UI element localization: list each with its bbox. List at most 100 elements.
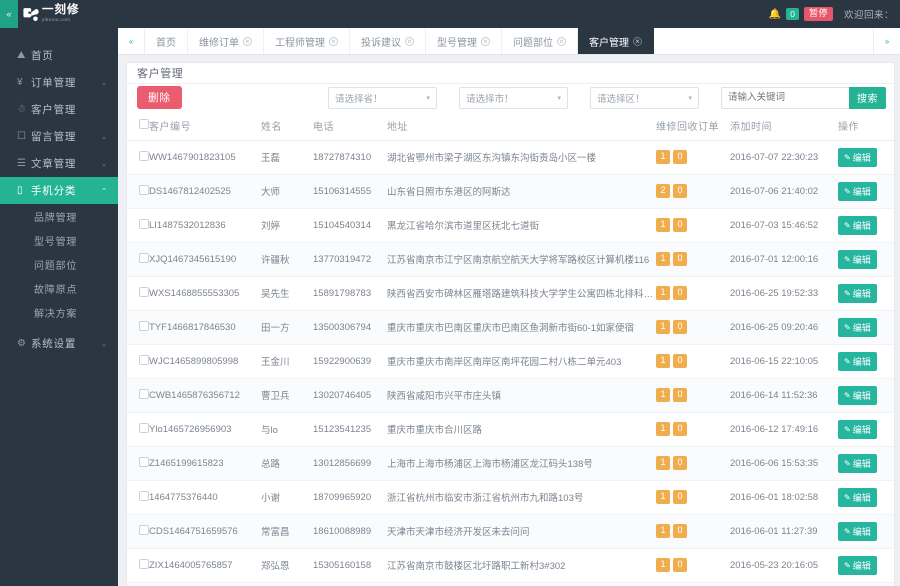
edit-button[interactable]: ✎ 编辑 xyxy=(838,181,877,201)
edit-button[interactable]: ✎ 编辑 xyxy=(838,555,877,575)
edit-button[interactable]: ✎ 编辑 xyxy=(838,351,877,371)
row-checkbox[interactable] xyxy=(139,320,149,331)
edit-button[interactable]: ✎ 编辑 xyxy=(838,453,877,473)
table-row[interactable]: WW1467901823105 王磊 18727874310 湖北省鄂州市梁子湖区东沟… xyxy=(127,140,894,175)
search-input[interactable] xyxy=(721,86,849,109)
sidebar-item-articles[interactable]: ☰ 文章管理 ⌄ xyxy=(0,150,118,177)
table-row[interactable]: LI1487532012836 刘婷 15104540314 黑龙江省哈尔滨市道里区抚… xyxy=(127,208,894,243)
sidebar-item-customers[interactable]: ☃ 客户管理 xyxy=(0,96,118,123)
recycle-count-badge[interactable]: 0 xyxy=(673,388,687,402)
sidebar-item-phone-category[interactable]: ▯ 手机分类 ⌃ xyxy=(0,177,118,204)
bell-icon[interactable]: 🔔 xyxy=(769,9,781,20)
recycle-count-badge[interactable]: 0 xyxy=(673,252,687,266)
close-icon[interactable]: × xyxy=(405,36,414,46)
recycle-count-badge[interactable]: 0 xyxy=(673,320,687,334)
sidebar-item-settings[interactable]: ⚙ 系统设置 ⌄ xyxy=(0,330,118,357)
tab-problem-part[interactable]: 问题部位 × xyxy=(502,28,578,54)
tab-model-management[interactable]: 型号管理 × xyxy=(426,28,502,54)
repair-count-badge[interactable]: 1 xyxy=(656,286,670,300)
search-button[interactable]: 搜索 xyxy=(849,86,886,109)
delete-button[interactable]: 删除 xyxy=(137,86,182,110)
sidebar-subitem-brand[interactable]: 品牌管理 xyxy=(0,204,118,228)
sidebar-item-messages[interactable]: ☐ 留言管理 ⌄ xyxy=(0,123,118,150)
repair-count-badge[interactable]: 1 xyxy=(656,490,670,504)
repair-count-badge[interactable]: 1 xyxy=(656,558,670,572)
row-checkbox[interactable] xyxy=(139,252,149,263)
brand-logo[interactable]: 一刻修 yikexiu.com xyxy=(22,5,80,22)
recycle-count-badge[interactable]: 0 xyxy=(673,286,687,300)
table-row[interactable]: 1464775376440 小谢 18709965920 浙江省杭州市临安市浙江省杭州… xyxy=(127,480,894,515)
tab-home[interactable]: 首页 xyxy=(145,28,188,54)
row-checkbox[interactable] xyxy=(139,218,149,229)
row-checkbox[interactable] xyxy=(139,422,149,433)
row-checkbox[interactable] xyxy=(139,456,149,467)
select-all-checkbox[interactable] xyxy=(139,118,149,129)
table-row[interactable]: DS1467812402525 大师 15106314555 山东省日照市东港区的阿斯… xyxy=(127,174,894,209)
edit-button[interactable]: ✎ 编辑 xyxy=(838,521,877,541)
recycle-count-badge[interactable]: 0 xyxy=(673,490,687,504)
province-select[interactable]: 请选择省！ ▾ xyxy=(328,86,437,109)
city-select[interactable]: 请选择市！ ▾ xyxy=(459,86,568,109)
table-row[interactable]: Z1465199615823 总路 13012856699 上海市上海市杨浦区上海市杨… xyxy=(127,446,894,481)
repair-count-badge[interactable]: 1 xyxy=(656,320,670,334)
sidebar-subitem-model[interactable]: 型号管理 xyxy=(0,228,118,252)
sidebar-subitem-problem-part[interactable]: 问题部位 xyxy=(0,252,118,276)
repair-count-badge[interactable]: 1 xyxy=(656,252,670,266)
repair-count-badge[interactable]: 1 xyxy=(656,388,670,402)
sidebar-subitem-fault-origin[interactable]: 故障原点 xyxy=(0,276,118,300)
repair-count-badge[interactable]: 1 xyxy=(656,422,670,436)
row-checkbox[interactable] xyxy=(139,388,149,399)
row-checkbox[interactable] xyxy=(139,354,149,365)
tab-scroll-left-button[interactable]: « xyxy=(118,28,145,54)
district-select[interactable]: 请选择区！ ▾ xyxy=(590,86,699,109)
row-checkbox[interactable] xyxy=(139,558,149,569)
repair-count-badge[interactable]: 1 xyxy=(656,524,670,538)
table-scroll-container[interactable]: 客户编号 姓名 电话 地址 维修回收订单 添加时间 操作 WW146790182… xyxy=(127,111,894,586)
repair-count-badge[interactable]: 2 xyxy=(656,184,670,198)
recycle-count-badge[interactable]: 0 xyxy=(673,150,687,164)
repair-count-badge[interactable]: 1 xyxy=(656,456,670,470)
row-checkbox[interactable] xyxy=(139,490,149,501)
recycle-count-badge[interactable]: 0 xyxy=(673,524,687,538)
repair-count-badge[interactable]: 1 xyxy=(656,218,670,232)
row-checkbox[interactable] xyxy=(139,524,149,535)
status-badge[interactable]: 暂停 xyxy=(803,7,833,21)
edit-button[interactable]: ✎ 编辑 xyxy=(838,317,877,337)
close-icon[interactable]: × xyxy=(481,36,490,46)
sidebar-item-orders[interactable]: ¥ 订单管理 ⌄ xyxy=(0,69,118,96)
recycle-count-badge[interactable]: 0 xyxy=(673,558,687,572)
tab-repair-orders[interactable]: 维修订单 × xyxy=(188,28,264,54)
row-checkbox[interactable] xyxy=(139,150,149,161)
table-row[interactable]: XJQ1467345615190 许疆秋 13770319472 江苏省南京市江宁区南… xyxy=(127,242,894,277)
tab-scroll-right-button[interactable]: » xyxy=(873,28,900,54)
edit-button[interactable]: ✎ 编辑 xyxy=(838,147,877,167)
tab-customer-management[interactable]: 客户管理 × xyxy=(578,28,654,54)
edit-button[interactable]: ✎ 编辑 xyxy=(838,487,877,507)
table-row[interactable]: WXS1468855553305 吴先生 15891798783 陕西省西安市碑林区雁… xyxy=(127,276,894,311)
table-row[interactable]: WJC1465899805998 王金川 15922900639 重庆市重庆市南岸区南… xyxy=(127,344,894,379)
close-icon[interactable]: × xyxy=(557,36,566,46)
repair-count-badge[interactable]: 1 xyxy=(656,354,670,368)
edit-button[interactable]: ✎ 编辑 xyxy=(838,249,877,269)
sidebar-item-home[interactable]: ⛰ 首页 xyxy=(0,42,118,69)
recycle-count-badge[interactable]: 0 xyxy=(673,184,687,198)
close-icon[interactable]: × xyxy=(633,36,642,46)
tab-engineer-management[interactable]: 工程师管理 × xyxy=(264,28,350,54)
row-checkbox[interactable] xyxy=(139,184,149,195)
table-row[interactable]: CWB1465876356712 曹卫兵 13020746405 陕西省咸阳市兴平市庄… xyxy=(127,378,894,413)
row-checkbox[interactable] xyxy=(139,286,149,297)
sidebar-subitem-solution[interactable]: 解决方案 xyxy=(0,300,118,324)
tab-complaints[interactable]: 投诉建议 × xyxy=(350,28,426,54)
close-icon[interactable]: × xyxy=(243,36,252,46)
edit-button[interactable]: ✎ 编辑 xyxy=(838,419,877,439)
notification-count-badge[interactable]: 0 xyxy=(786,7,799,21)
table-row[interactable]: SII1463965720856崇温奂13861227825北京市北京市昌平区小… xyxy=(127,582,894,586)
repair-count-badge[interactable]: 1 xyxy=(656,150,670,164)
sidebar-collapse-button[interactable]: « xyxy=(0,0,18,28)
recycle-count-badge[interactable]: 0 xyxy=(673,422,687,436)
recycle-count-badge[interactable]: 0 xyxy=(673,354,687,368)
table-row[interactable]: CDS1464751659576 常富昌 18610088989 天津市天津市经济开发… xyxy=(127,514,894,549)
edit-button[interactable]: ✎ 编辑 xyxy=(838,283,877,303)
close-icon[interactable]: × xyxy=(329,36,338,46)
edit-button[interactable]: ✎ 编辑 xyxy=(838,385,877,405)
